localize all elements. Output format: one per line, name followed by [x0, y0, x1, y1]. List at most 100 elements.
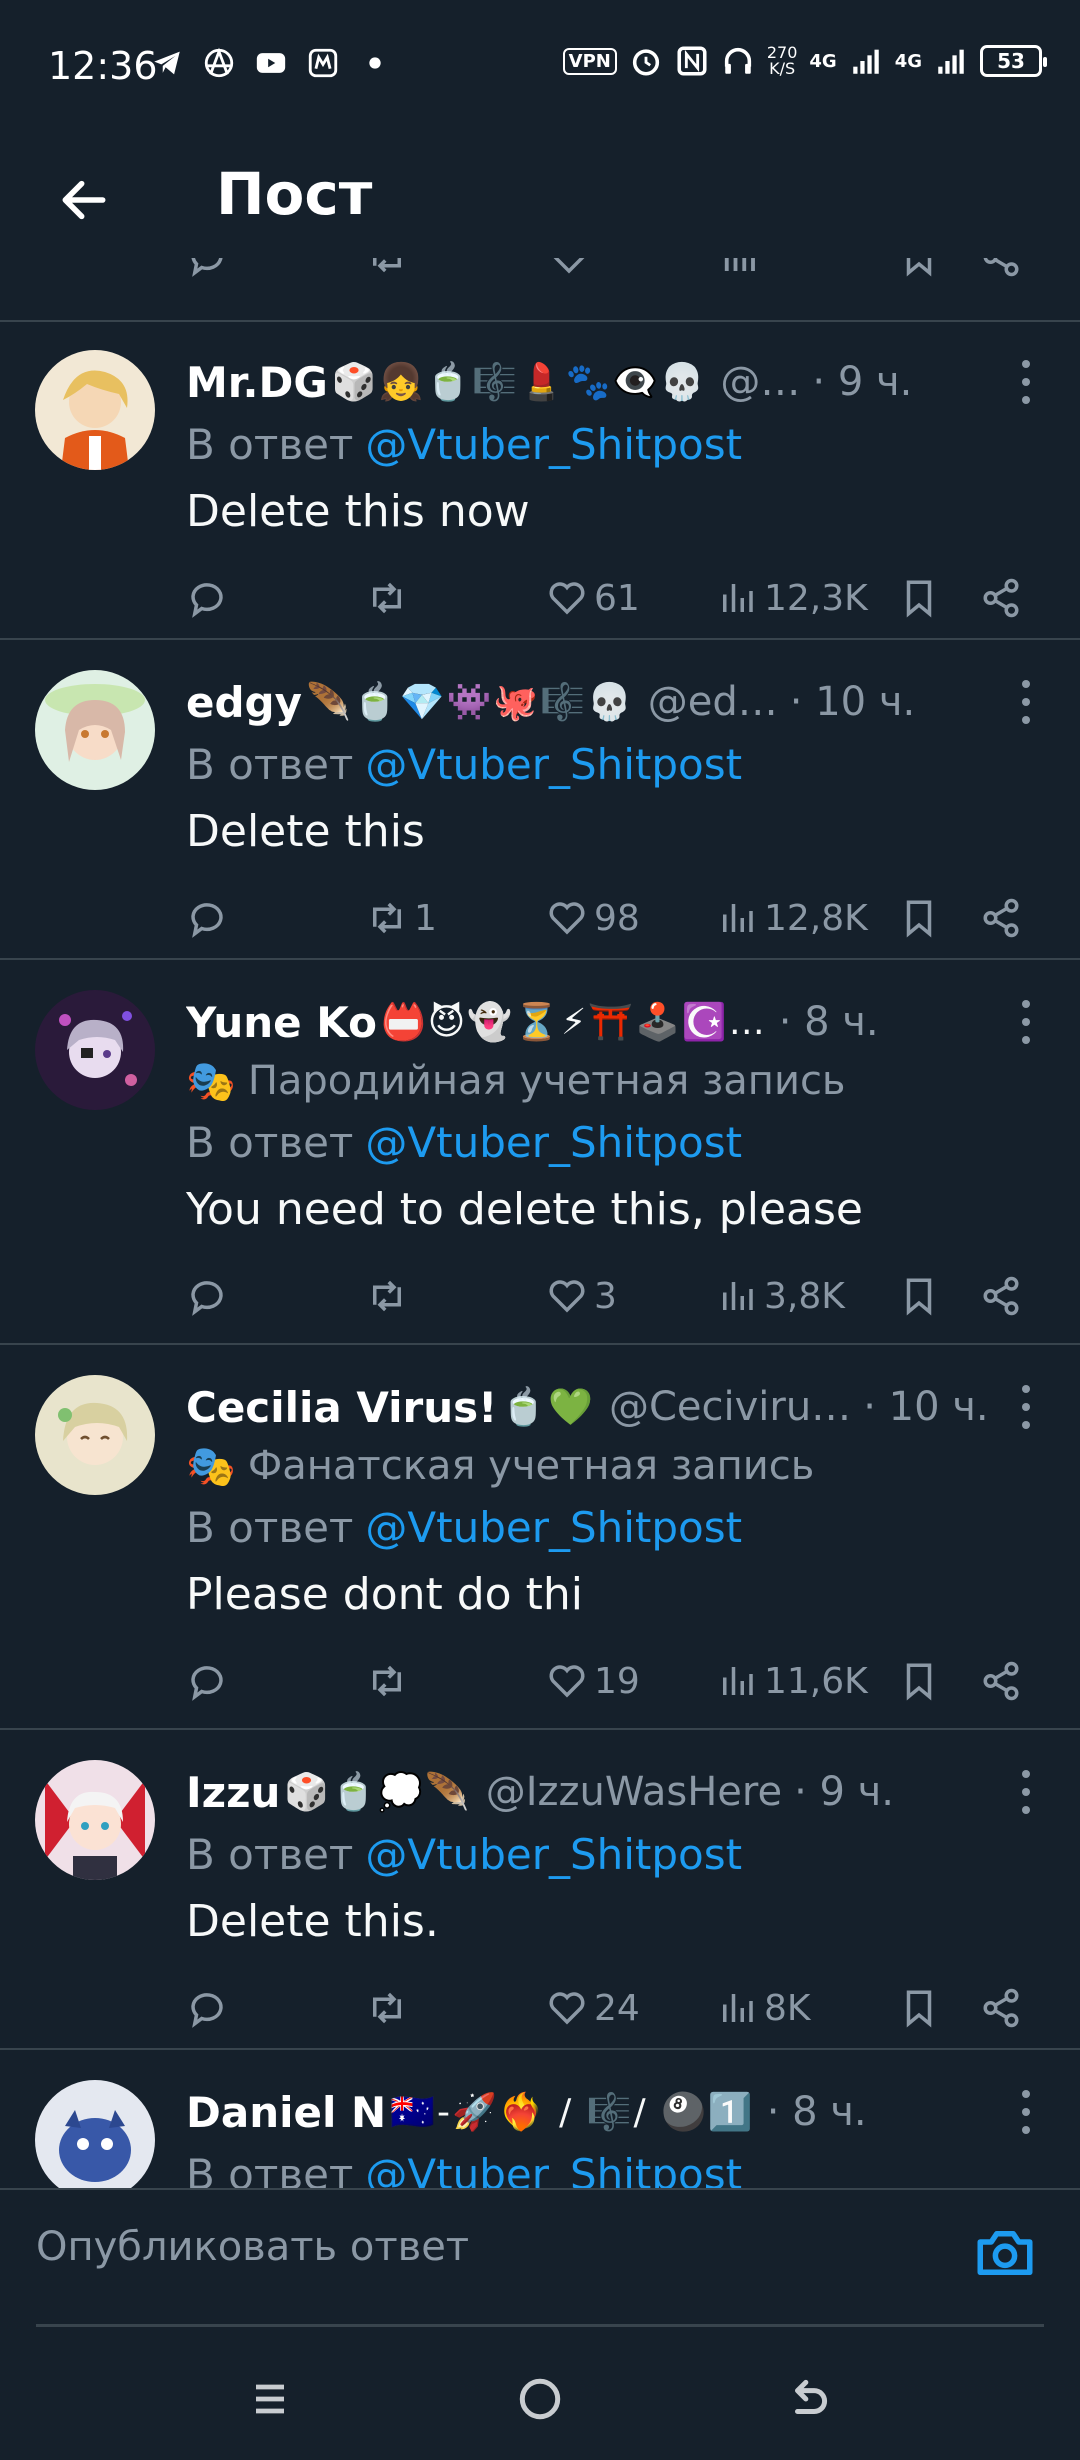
bookmark-button[interactable] — [898, 1260, 940, 1332]
home-button[interactable] — [505, 2368, 575, 2430]
share-button[interactable] — [980, 1645, 1022, 1717]
reply-item[interactable]: Izzu 🎲🍵💭🪶 @IzzuWasHere · 9 ч. В ответ @V… — [0, 1730, 1080, 2050]
author-name[interactable]: Yune Ko — [186, 998, 377, 1047]
bookmark-button[interactable] — [898, 882, 940, 954]
share-icon — [983, 578, 1019, 618]
reply-item[interactable]: Yune Ko 📛😈👻⏳⚡⛩️🕹️☪️… · 8 ч. 🎭 Пародийная… — [0, 960, 1080, 1345]
views-button[interactable]: 12,3K — [716, 562, 868, 634]
account-label-text: Пародийная учетная запись — [247, 1058, 846, 1104]
more-options-button[interactable] — [1006, 1385, 1046, 1429]
bookmark-button[interactable] — [898, 1972, 940, 2044]
heart-icon[interactable] — [548, 258, 590, 278]
like-button[interactable]: 24 — [546, 1972, 640, 2044]
bar-chart-icon[interactable] — [718, 258, 760, 278]
mask-icon: 🎭 — [186, 1058, 236, 1105]
camera-icon[interactable] — [972, 2220, 1038, 2286]
reply-text: Delete this — [186, 805, 425, 857]
views-button[interactable]: 3,8K — [716, 1260, 845, 1332]
speech-bubble-icon[interactable] — [186, 258, 228, 278]
author-name[interactable]: Cecilia Virus! — [186, 1383, 497, 1432]
author-name[interactable]: edgy — [186, 678, 302, 727]
replies-feed[interactable]: Mr.DG 🎲👧🍵🎼💄🐾👁‍🗨💀 @… · 9 ч. В ответ @Vtub… — [0, 320, 1080, 2188]
reply-text: Please dont do thi — [186, 1568, 583, 1620]
mention-link[interactable]: @Vtuber_Shitpost — [365, 420, 742, 469]
mention-link[interactable]: @Vtuber_Shitpost — [365, 2150, 742, 2189]
author-emojis: 🇦🇺-🚀❤️‍🔥 / 🎼/ 🎱1️⃣ — [390, 2092, 755, 2133]
reply-item[interactable]: Cecilia Virus! 🍵💚 @Ceciviru… · 10 ч. 🎭 Ф… — [0, 1345, 1080, 1730]
app-notification-icon — [308, 48, 338, 78]
share-icon[interactable] — [980, 258, 1022, 278]
reply-item[interactable]: Daniel N 🇦🇺-🚀❤️‍🔥 / 🎼/ 🎱1️⃣ · 8 ч. В отв… — [0, 2050, 1080, 2188]
reply-button[interactable] — [186, 1645, 228, 1717]
like-button[interactable]: 3 — [546, 1260, 617, 1332]
account-label: 🎭 Пародийная учетная запись — [186, 1052, 1040, 1110]
avatar[interactable] — [35, 670, 155, 790]
share-button[interactable] — [980, 562, 1022, 634]
back-arrow-icon — [795, 2379, 828, 2414]
more-options-button[interactable] — [1006, 360, 1046, 404]
post-time: · 9 ч. — [794, 1769, 895, 1815]
author-handle[interactable]: @… — [720, 359, 800, 405]
view-count: 12,8K — [764, 897, 868, 939]
avatar[interactable] — [35, 350, 155, 470]
author-handle[interactable]: @ed… — [648, 679, 778, 725]
retweet-button[interactable] — [366, 1260, 414, 1332]
reply-item[interactable]: Mr.DG 🎲👧🍵🎼💄🐾👁‍🗨💀 @… · 9 ч. В ответ @Vtub… — [0, 320, 1080, 640]
views-button[interactable]: 8K — [716, 1972, 811, 2044]
bookmark-icon[interactable] — [898, 258, 940, 278]
avatar[interactable] — [35, 990, 155, 1110]
reply-input[interactable]: Опубликовать ответ — [36, 2224, 469, 2270]
bar-chart-icon — [723, 1667, 753, 1695]
like-button[interactable]: 61 — [546, 562, 640, 634]
post-time: · 10 ч. — [863, 1384, 989, 1430]
retweet-icon — [373, 582, 401, 614]
author-name[interactable]: Izzu — [186, 1768, 280, 1817]
more-options-button[interactable] — [1006, 1770, 1046, 1814]
reply-button[interactable] — [186, 1260, 228, 1332]
share-button[interactable] — [980, 882, 1022, 954]
views-button[interactable]: 11,6K — [716, 1645, 868, 1717]
heart-icon — [549, 902, 585, 935]
author-name[interactable]: Mr.DG — [186, 358, 328, 407]
reply-button[interactable] — [186, 1972, 228, 2044]
back-button[interactable] — [52, 168, 116, 232]
back-nav-button[interactable] — [775, 2368, 845, 2430]
avatar[interactable] — [35, 1375, 155, 1495]
heart-icon — [549, 1665, 585, 1698]
bookmark-icon — [906, 900, 932, 938]
action-bar: 1 98 12,8K — [186, 882, 1040, 954]
mention-link[interactable]: @Vtuber_Shitpost — [365, 1830, 742, 1879]
more-options-button[interactable] — [1006, 1000, 1046, 1044]
share-button[interactable] — [980, 1260, 1022, 1332]
reply-header: Mr.DG 🎲👧🍵🎼💄🐾👁‍🗨💀 @… · 9 ч. — [186, 352, 1040, 412]
retweet-button[interactable] — [366, 562, 414, 634]
speed-unit: K/S — [769, 59, 796, 78]
bookmark-button[interactable] — [898, 562, 940, 634]
retweet-button[interactable]: 1 — [366, 882, 437, 954]
mention-link[interactable]: @Vtuber_Shitpost — [365, 740, 742, 789]
share-button[interactable] — [980, 1972, 1022, 2044]
reply-button[interactable] — [186, 562, 228, 634]
like-button[interactable]: 98 — [546, 882, 640, 954]
reply-button[interactable] — [186, 882, 228, 954]
author-handle[interactable]: @Ceciviru… — [609, 1384, 851, 1430]
avatar[interactable] — [35, 2080, 155, 2188]
nfc-icon — [677, 46, 707, 76]
reply-item[interactable]: edgy 🪶🍵💎👾🐙🎼💀 @ed… · 10 ч. В ответ @Vtube… — [0, 640, 1080, 960]
more-options-button[interactable] — [1006, 2090, 1046, 2134]
views-button[interactable]: 12,8K — [716, 882, 868, 954]
avatar[interactable] — [35, 1760, 155, 1880]
author-name[interactable]: Daniel N — [186, 2088, 386, 2137]
author-handle[interactable]: @IzzuWasHere — [486, 1769, 782, 1815]
retweet-icon[interactable] — [366, 258, 408, 278]
more-options-button[interactable] — [1006, 680, 1046, 724]
recents-button[interactable] — [235, 2368, 305, 2430]
reply-text: You need to delete this, please — [186, 1183, 863, 1235]
retweet-button[interactable] — [366, 1972, 414, 2044]
mention-link[interactable]: @Vtuber_Shitpost — [365, 1118, 742, 1167]
like-button[interactable]: 19 — [546, 1645, 640, 1717]
post-time: · 8 ч. — [766, 2089, 867, 2135]
retweet-button[interactable] — [366, 1645, 414, 1717]
bookmark-button[interactable] — [898, 1645, 940, 1717]
mention-link[interactable]: @Vtuber_Shitpost — [365, 1503, 742, 1552]
